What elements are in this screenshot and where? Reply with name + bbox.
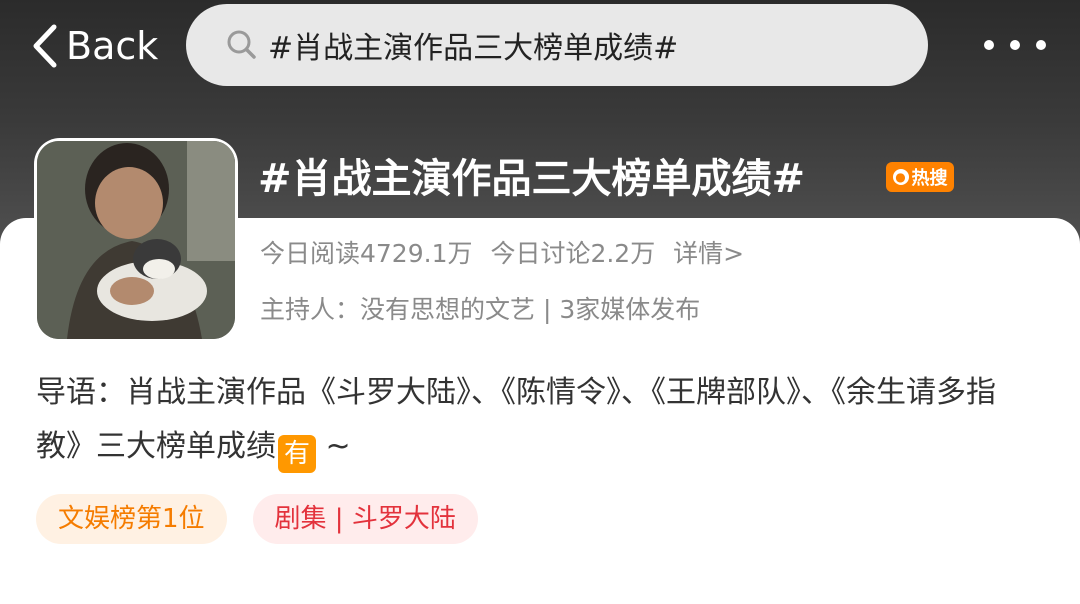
back-button[interactable]: Back [30,20,158,72]
search-input[interactable]: #肖战主演作品三大榜单成绩# [186,4,928,86]
hot-badge-label: 热搜 [911,168,948,189]
top-bar: Back #肖战主演作品三大榜单成绩# [0,0,1080,92]
host-line[interactable]: 主持人：没有思想的文艺 | 3家媒体发布 [260,290,700,326]
search-icon [227,30,256,59]
intro-text: 导语：肖战主演作品《斗罗大陆》、《陈情令》、《王牌部队》、《余生请多指教》三大榜… [36,375,996,464]
topic-tags: 文娱榜第1位 剧集 | 斗罗大陆 [36,494,478,544]
search-query: #肖战主演作品三大榜单成绩# [268,31,679,66]
hot-badge: ● 热搜 [886,162,954,192]
topic-page: Back #肖战主演作品三大榜单成绩# #肖战主演作品三大榜单成绩# ● 热搜 … [0,0,1080,604]
back-label: Back [66,24,159,68]
topic-cover-image[interactable] [34,138,238,342]
chevron-left-icon [33,24,57,68]
tag-drama[interactable]: 剧集 | 斗罗大陆 [252,494,478,544]
intro-suffix: ~ [316,429,351,464]
intro-badge: 有 [278,435,316,473]
hot-flame-icon: ● [892,169,909,185]
read-count: 今日阅读4729.1万 [260,239,473,268]
tag-ranking[interactable]: 文娱榜第1位 [36,494,227,544]
cover-illustration [37,141,235,339]
topic-stats: 今日阅读4729.1万 今日讨论2.2万 详情> [260,234,754,270]
cover-photo [37,141,235,339]
topic-title: #肖战主演作品三大榜单成绩# [258,156,806,202]
more-dots-icon[interactable] [984,38,1046,52]
discuss-count: 今日讨论2.2万 [490,239,656,268]
details-link[interactable]: 详情> [673,239,744,268]
topic-intro: 导语：肖战主演作品《斗罗大陆》、《陈情令》、《王牌部队》、《余生请多指教》三大榜… [36,366,1036,474]
